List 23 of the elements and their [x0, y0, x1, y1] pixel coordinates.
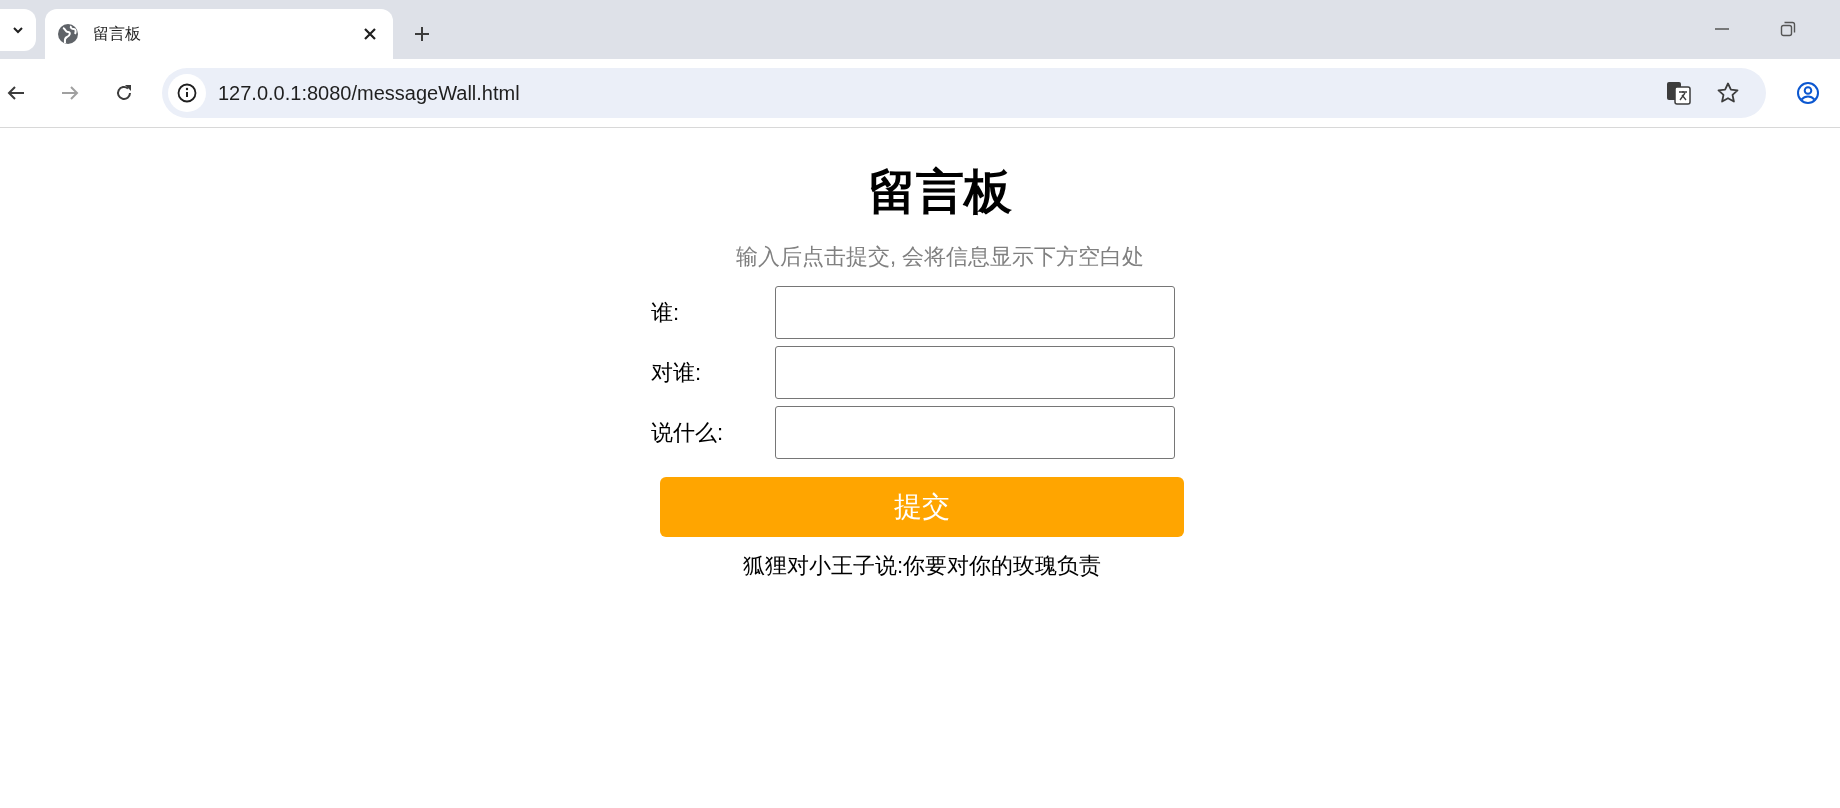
info-icon	[177, 83, 197, 103]
field-label: 谁:	[651, 298, 681, 327]
new-tab-icon[interactable]	[413, 25, 431, 43]
reload-icon[interactable]	[114, 83, 134, 103]
field-label: 说什么:	[651, 418, 725, 447]
star-icon[interactable]	[1716, 81, 1740, 105]
input-field[interactable]	[775, 346, 1175, 399]
address-bar[interactable]: 127.0.0.1:8080/messageWall.html	[162, 68, 1766, 118]
page-subtitle: 输入后点击提交, 会将信息显示下方空白处	[735, 243, 1145, 271]
browser-tab[interactable]: 留言板	[45, 9, 393, 59]
input-field[interactable]	[775, 406, 1175, 459]
field-label: 对谁:	[651, 358, 703, 387]
page-title: 留言板	[868, 164, 1012, 220]
translate-icon[interactable]	[1666, 80, 1692, 106]
input-field[interactable]	[775, 286, 1175, 339]
tab-title: 留言板	[93, 23, 142, 44]
site-info-button[interactable]	[168, 74, 206, 112]
restore-icon[interactable]	[1780, 21, 1796, 37]
globe-icon	[57, 23, 79, 45]
message-text: 狐狸对小王子说:你要对你的玫瑰负责	[742, 552, 1102, 580]
url-text: 127.0.0.1:8080/messageWall.html	[218, 81, 520, 105]
profile-icon[interactable]	[1796, 81, 1820, 105]
close-icon[interactable]	[363, 27, 377, 41]
